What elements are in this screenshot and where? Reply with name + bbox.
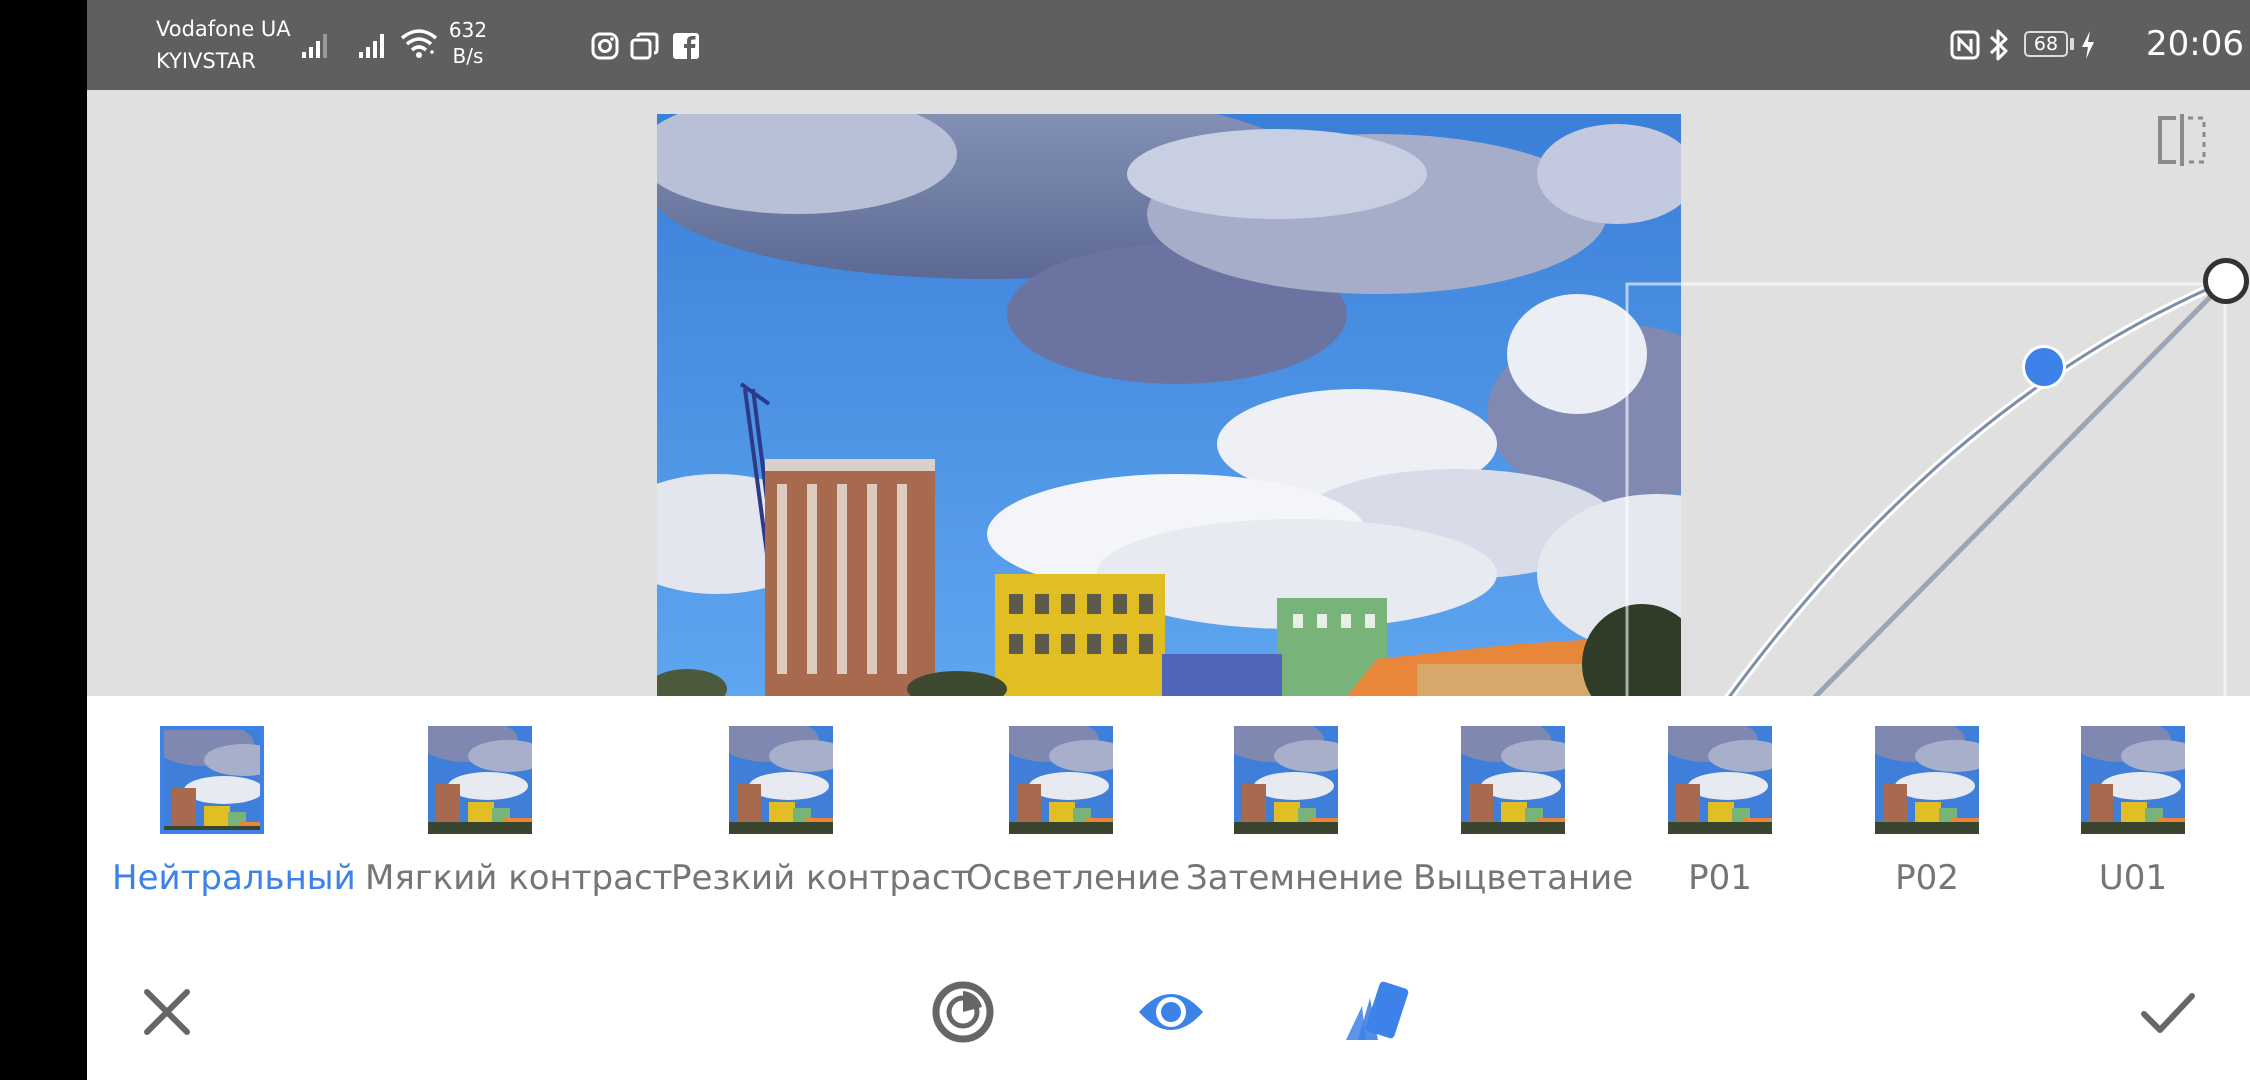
recent-apps-icon: [630, 32, 659, 60]
compare-icon: [2158, 114, 2206, 166]
preset-label: Резкий контраст: [671, 858, 971, 898]
preset-thumbnail: [428, 726, 532, 834]
close-icon: [144, 989, 190, 1035]
photo-preview: [657, 114, 1681, 696]
screen-edge-bar: [0, 0, 87, 1080]
styles-icon: [1346, 981, 1409, 1040]
instagram-icon: [591, 32, 619, 60]
battery-indicator: 68: [2024, 31, 2068, 57]
preset-thumbnail: [1668, 726, 1772, 834]
show-curve-button[interactable]: [1136, 982, 1206, 1042]
signal-icon-1: [302, 34, 327, 58]
preset-thumbnail: [729, 726, 833, 834]
network-speed: 632 B/s: [448, 17, 488, 69]
carrier-name-2: KYIVSTAR: [156, 49, 256, 73]
preset-soft-contrast[interactable]: Мягкий контраст: [365, 726, 673, 898]
preset-thumbnail: [1875, 726, 1979, 834]
preset-label: Нейтральный: [112, 858, 356, 898]
facebook-icon: [673, 33, 699, 59]
auto-adjust-icon: [932, 981, 994, 1043]
preset-label: P02: [1895, 858, 1959, 898]
preset-thumbnail: [1234, 726, 1338, 834]
nfc-icon: [1950, 30, 1980, 60]
preset-p01[interactable]: P01: [1650, 726, 1790, 898]
curve-control-point[interactable]: [2022, 345, 2066, 389]
preset-thumbnail: [160, 726, 264, 834]
presets-panel: Нейтральный Мягкий контраст Резкий контр…: [87, 696, 2250, 1080]
tone-curve: [1725, 279, 2227, 701]
network-speed-unit: B/s: [452, 44, 484, 68]
curve-endpoint-handle[interactable]: [2203, 258, 2249, 304]
preset-neutral[interactable]: Нейтральный: [112, 726, 356, 898]
styles-button[interactable]: [1340, 976, 1412, 1048]
preset-label: Мягкий контраст: [365, 858, 673, 898]
preset-fade[interactable]: Выцветание: [1413, 726, 1634, 898]
preset-label: Выцветание: [1413, 858, 1634, 898]
curve-baseline: [1810, 279, 2228, 702]
preset-p02[interactable]: P02: [1857, 726, 1997, 898]
clock: 20:06: [2146, 24, 2244, 64]
charging-icon: [2082, 31, 2094, 59]
preset-label: U01: [2098, 858, 2168, 898]
preset-darken[interactable]: Затемнение: [1186, 726, 1404, 898]
preset-label: P01: [1688, 858, 1752, 898]
battery-tip: [2070, 38, 2074, 50]
curves-frame: [1625, 282, 2227, 706]
preset-label: Затемнение: [1186, 858, 1404, 898]
bluetooth-icon: [1989, 29, 2008, 61]
auto-adjust-button[interactable]: [930, 979, 996, 1045]
network-speed-value: 632: [448, 18, 488, 42]
check-icon: [2141, 993, 2195, 1033]
preset-thumbnail: [1461, 726, 1565, 834]
preset-thumbnail: [1009, 726, 1113, 834]
preset-brighten[interactable]: Осветление: [966, 726, 1181, 898]
compare-button[interactable]: [2152, 110, 2212, 170]
preset-thumbnail: [2081, 726, 2185, 834]
status-bar: Vodafone UA KYIVSTAR 632 B/s 68 20:06: [87, 0, 2250, 90]
wifi-icon: [400, 29, 438, 58]
carrier-name-1: Vodafone UA: [156, 17, 291, 41]
preset-label: Осветление: [966, 858, 1181, 898]
eye-icon: [1139, 994, 1203, 1030]
preset-u01[interactable]: U01: [2063, 726, 2203, 898]
apply-button[interactable]: [2138, 982, 2198, 1042]
preset-hard-contrast[interactable]: Резкий контраст: [671, 726, 971, 898]
photo-editor: Vodafone UA KYIVSTAR 632 B/s 68 20:06 Не…: [87, 0, 2250, 1080]
cancel-button[interactable]: [137, 982, 197, 1042]
signal-icon-2: [359, 34, 384, 58]
tone-curve-outline: [1723, 276, 2228, 703]
